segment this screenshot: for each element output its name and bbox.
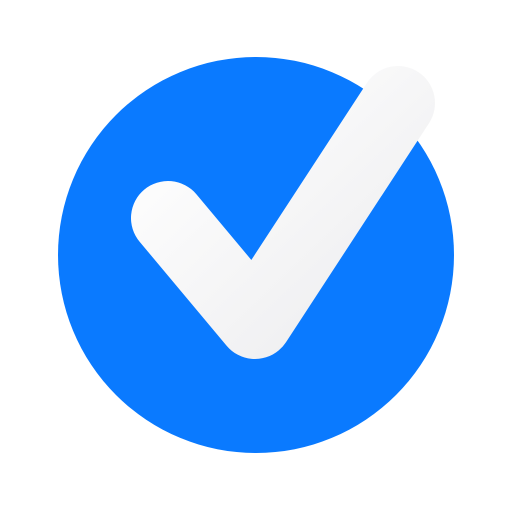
checkmark-circle-icon: [58, 57, 454, 453]
app-icon-canvas: [0, 0, 512, 512]
